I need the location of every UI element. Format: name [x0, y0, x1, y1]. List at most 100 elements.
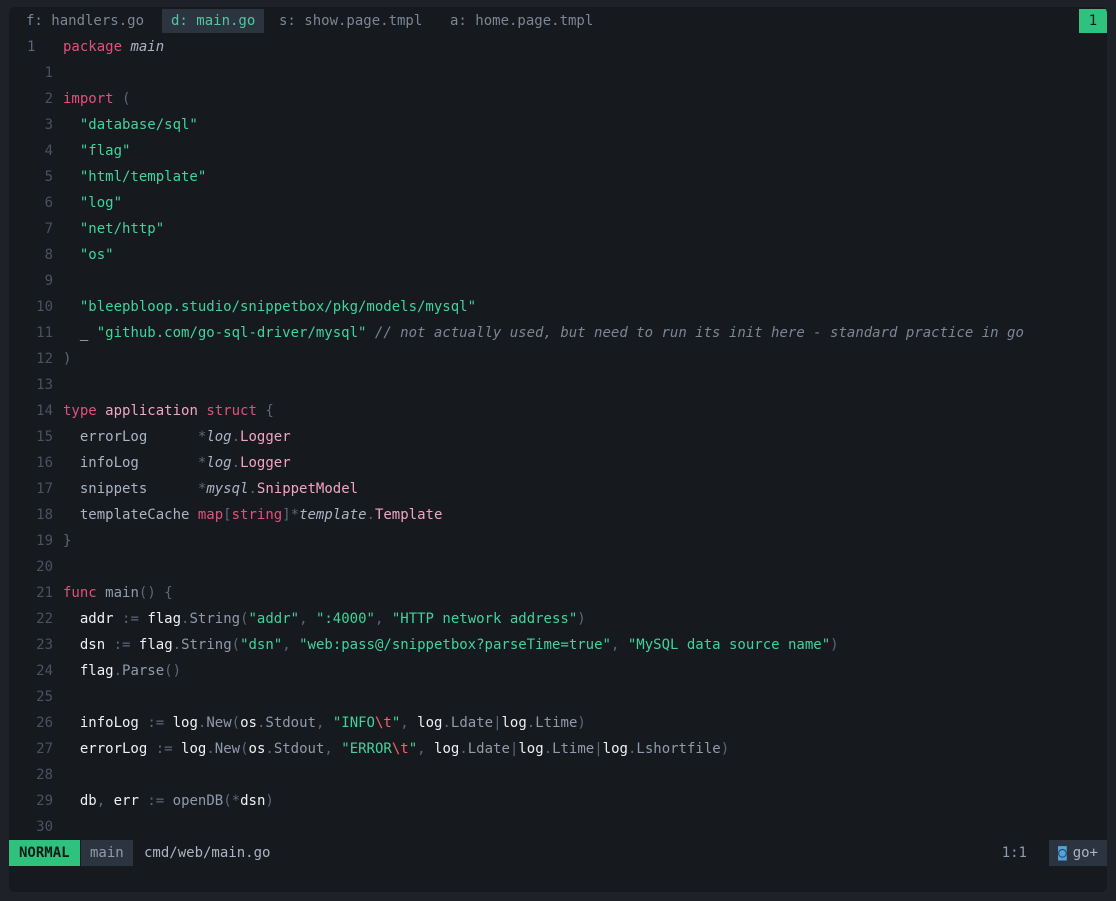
- line-number: 11: [36, 325, 53, 341]
- gopher-icon: ◙: [1058, 845, 1067, 861]
- code-line[interactable]: 6 "log": [9, 190, 1107, 216]
- code-line[interactable]: 28: [9, 762, 1107, 788]
- line-number: 9: [44, 273, 53, 289]
- line-number: 18: [36, 507, 53, 523]
- line-text: "log": [79, 195, 123, 211]
- code-line[interactable]: 1 package main: [9, 34, 1107, 60]
- code-line[interactable]: 22 addr := flag.String("addr", ":4000", …: [9, 606, 1107, 632]
- line-text: snippets *mysql.SnippetModel: [79, 481, 359, 497]
- line-number: 6: [44, 195, 53, 211]
- line-number: 25: [36, 689, 53, 705]
- line-text: ): [63, 351, 72, 367]
- filetype-label: go+: [1072, 845, 1098, 861]
- code-line[interactable]: 3 "database/sql": [9, 112, 1107, 138]
- line-number: 14: [36, 403, 53, 419]
- line-number: 15: [36, 429, 53, 445]
- line-number: 22: [36, 611, 53, 627]
- buffer-count-badge: 1: [1079, 9, 1107, 33]
- line-text: "database/sql": [79, 117, 198, 133]
- code-line[interactable]: 15 errorLog *log.Logger: [9, 424, 1107, 450]
- git-branch: main: [81, 840, 133, 866]
- code-line[interactable]: 23 dsn := flag.String("dsn", "web:pass@/…: [9, 632, 1107, 658]
- line-number: 8: [44, 247, 53, 263]
- line-number: 12: [36, 351, 53, 367]
- code-editor[interactable]: 1 package main 1 2 import (3 "database/sql" 4…: [9, 34, 1107, 840]
- line-text: import (: [63, 91, 131, 107]
- code-line[interactable]: 18 templateCache map[string]*template.Te…: [9, 502, 1107, 528]
- code-line[interactable]: 30: [9, 814, 1107, 840]
- statusline: NORMAL main cmd/web/main.go 1:1 ◙ go+: [9, 840, 1107, 866]
- buffer-tab[interactable]: f: handlers.go: [17, 9, 153, 33]
- code-line[interactable]: 26 infoLog := log.New(os.Stdout, "INFO\t…: [9, 710, 1107, 736]
- line-text: errorLog *log.Logger: [79, 429, 291, 445]
- code-line[interactable]: 5 "html/template": [9, 164, 1107, 190]
- line-text: "bleepbloop.studio/snippetbox/pkg/models…: [79, 299, 477, 315]
- line-text: dsn := flag.String("dsn", "web:pass@/sni…: [79, 637, 839, 653]
- line-number: 10: [36, 299, 53, 315]
- line-number: 19: [36, 533, 53, 549]
- code-line[interactable]: 17 snippets *mysql.SnippetModel: [9, 476, 1107, 502]
- line-number: 27: [36, 741, 53, 757]
- line-number: 17: [36, 481, 53, 497]
- buffer-tab[interactable]: d: main.go: [162, 9, 265, 33]
- code-line[interactable]: 24 flag.Parse(): [9, 658, 1107, 684]
- code-line[interactable]: 10 "bleepbloop.studio/snippetbox/pkg/mod…: [9, 294, 1107, 320]
- code-line[interactable]: 11 _ "github.com/go-sql-driver/mysql" //…: [9, 320, 1107, 346]
- code-line[interactable]: 7 "net/http": [9, 216, 1107, 242]
- line-text: type application struct {: [63, 403, 274, 419]
- line-number: 3: [44, 117, 53, 133]
- line-text: addr := flag.String("addr", ":4000", "HT…: [79, 611, 586, 627]
- line-text: infoLog *log.Logger: [79, 455, 291, 471]
- code-line[interactable]: 29 db, err := openDB(*dsn): [9, 788, 1107, 814]
- code-line[interactable]: 21 func main() {: [9, 580, 1107, 606]
- mode-indicator: NORMAL: [9, 840, 80, 866]
- line-text: }: [63, 533, 72, 549]
- line-number: 24: [36, 663, 53, 679]
- code-line[interactable]: 1: [9, 60, 1107, 86]
- line-text: infoLog := log.New(os.Stdout, "INFO\t", …: [79, 715, 586, 731]
- line-number: 29: [36, 793, 53, 809]
- line-number: 21: [36, 585, 53, 601]
- code-line[interactable]: 27 errorLog := log.New(os.Stdout, "ERROR…: [9, 736, 1107, 762]
- line-text: "flag": [79, 143, 131, 159]
- code-line[interactable]: 16 infoLog *log.Logger: [9, 450, 1107, 476]
- terminal-window: f: handlers.go d: main.go s: show.page.tmp…: [9, 7, 1107, 892]
- buffer-tab[interactable]: s: show.page.tmpl: [270, 9, 431, 33]
- code-line[interactable]: 8 "os": [9, 242, 1107, 268]
- line-number: 26: [36, 715, 53, 731]
- line-number: 20: [36, 559, 53, 575]
- line-number: 7: [44, 221, 53, 237]
- code-line[interactable]: 13: [9, 372, 1107, 398]
- line-text: db, err := openDB(*dsn): [79, 793, 274, 809]
- line-text: "os": [79, 247, 114, 263]
- code-line[interactable]: 4 "flag": [9, 138, 1107, 164]
- line-number: 1: [44, 65, 53, 81]
- line-text: errorLog := log.New(os.Stdout, "ERROR\t"…: [79, 741, 730, 757]
- line-text: "net/http": [79, 221, 165, 237]
- line-number: 16: [36, 455, 53, 471]
- line-number: 28: [36, 767, 53, 783]
- code-line[interactable]: 14 type application struct {: [9, 398, 1107, 424]
- buffer-tab[interactable]: a: home.page.tmpl: [441, 9, 602, 33]
- code-line[interactable]: 2 import (: [9, 86, 1107, 112]
- line-text: flag.Parse(): [79, 663, 182, 679]
- line-text: templateCache map[string]*template.Templ…: [79, 507, 443, 523]
- cursor-position: 1:1: [1001, 845, 1027, 861]
- code-line[interactable]: 19}: [9, 528, 1107, 554]
- line-number: 5: [44, 169, 53, 185]
- line-number: 23: [36, 637, 53, 653]
- code-line[interactable]: 12): [9, 346, 1107, 372]
- line-number: 4: [44, 143, 53, 159]
- code-line[interactable]: 25: [9, 684, 1107, 710]
- filetype-indicator: ◙ go+: [1049, 840, 1107, 866]
- line-text: package main: [63, 39, 165, 55]
- line-text: "html/template": [79, 169, 207, 185]
- code-line[interactable]: 9: [9, 268, 1107, 294]
- file-path: cmd/web/main.go: [144, 845, 271, 861]
- line-number: 2: [44, 91, 53, 107]
- buffer-tabline: f: handlers.go d: main.go s: show.page.tmp…: [9, 7, 1107, 33]
- line-text: _ "github.com/go-sql-driver/mysql" // no…: [79, 325, 1024, 341]
- line-number: 30: [36, 819, 53, 835]
- line-number: 13: [36, 377, 53, 393]
- code-line[interactable]: 20: [9, 554, 1107, 580]
